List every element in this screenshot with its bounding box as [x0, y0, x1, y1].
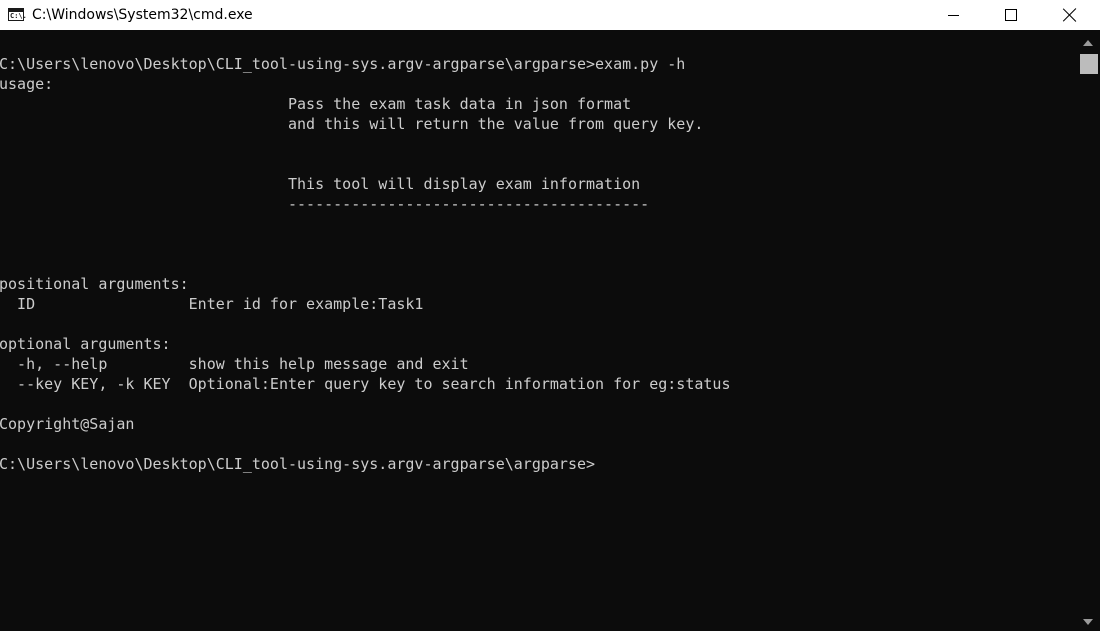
- scroll-up-arrow-icon[interactable]: [1083, 40, 1093, 46]
- console-line: Pass the exam task data in json format: [0, 95, 632, 113]
- console-line: ----------------------------------------: [0, 195, 650, 213]
- window-title: C:\Windows\System32\cmd.exe: [32, 7, 253, 23]
- close-icon: [1063, 8, 1077, 22]
- console-line: positional arguments:: [0, 275, 189, 293]
- maximize-icon: [1005, 9, 1017, 21]
- minimize-icon: [947, 14, 959, 16]
- cmd-icon[interactable]: C:\.: [8, 8, 27, 21]
- vertical-scrollbar[interactable]: [1078, 30, 1100, 631]
- console-line: This tool will display exam information: [0, 175, 641, 193]
- console-line: Copyright@Sajan: [0, 415, 135, 433]
- scroll-thumb[interactable]: [1080, 54, 1098, 74]
- console-line: C:\Users\lenovo\Desktop\CLI_tool-using-s…: [0, 55, 686, 73]
- console-line: -h, --help show this help message and ex…: [0, 355, 469, 373]
- console-line: C:\Users\lenovo\Desktop\CLI_tool-using-s…: [0, 455, 596, 473]
- cmd-icon-glyph: C:\.: [10, 12, 27, 20]
- console-line: usage:: [0, 75, 54, 93]
- console-line: optional arguments:: [0, 335, 171, 353]
- close-button[interactable]: [1040, 0, 1100, 30]
- console-output[interactable]: C:\Users\lenovo\Desktop\CLI_tool-using-s…: [0, 30, 1078, 631]
- minimize-button[interactable]: [924, 0, 982, 30]
- maximize-button[interactable]: [982, 0, 1040, 30]
- console-text: C:\Users\lenovo\Desktop\CLI_tool-using-s…: [0, 54, 731, 474]
- console-line: ID Enter id for example:Task1: [0, 295, 424, 313]
- title-bar[interactable]: C:\. C:\Windows\System32\cmd.exe: [0, 0, 1100, 30]
- console-line: and this will return the value from quer…: [0, 115, 704, 133]
- scroll-down-arrow-icon[interactable]: [1083, 619, 1093, 625]
- console-line: --key KEY, -k KEY Optional:Enter query k…: [0, 375, 731, 393]
